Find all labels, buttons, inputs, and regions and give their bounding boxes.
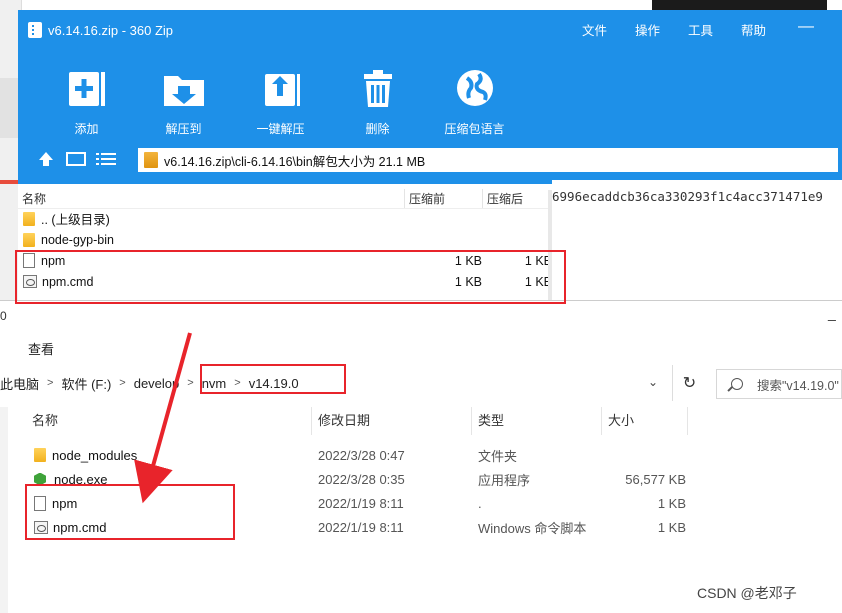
watermark: CSDN @老邓子 [697, 585, 797, 601]
annotation-arrow [134, 332, 192, 504]
